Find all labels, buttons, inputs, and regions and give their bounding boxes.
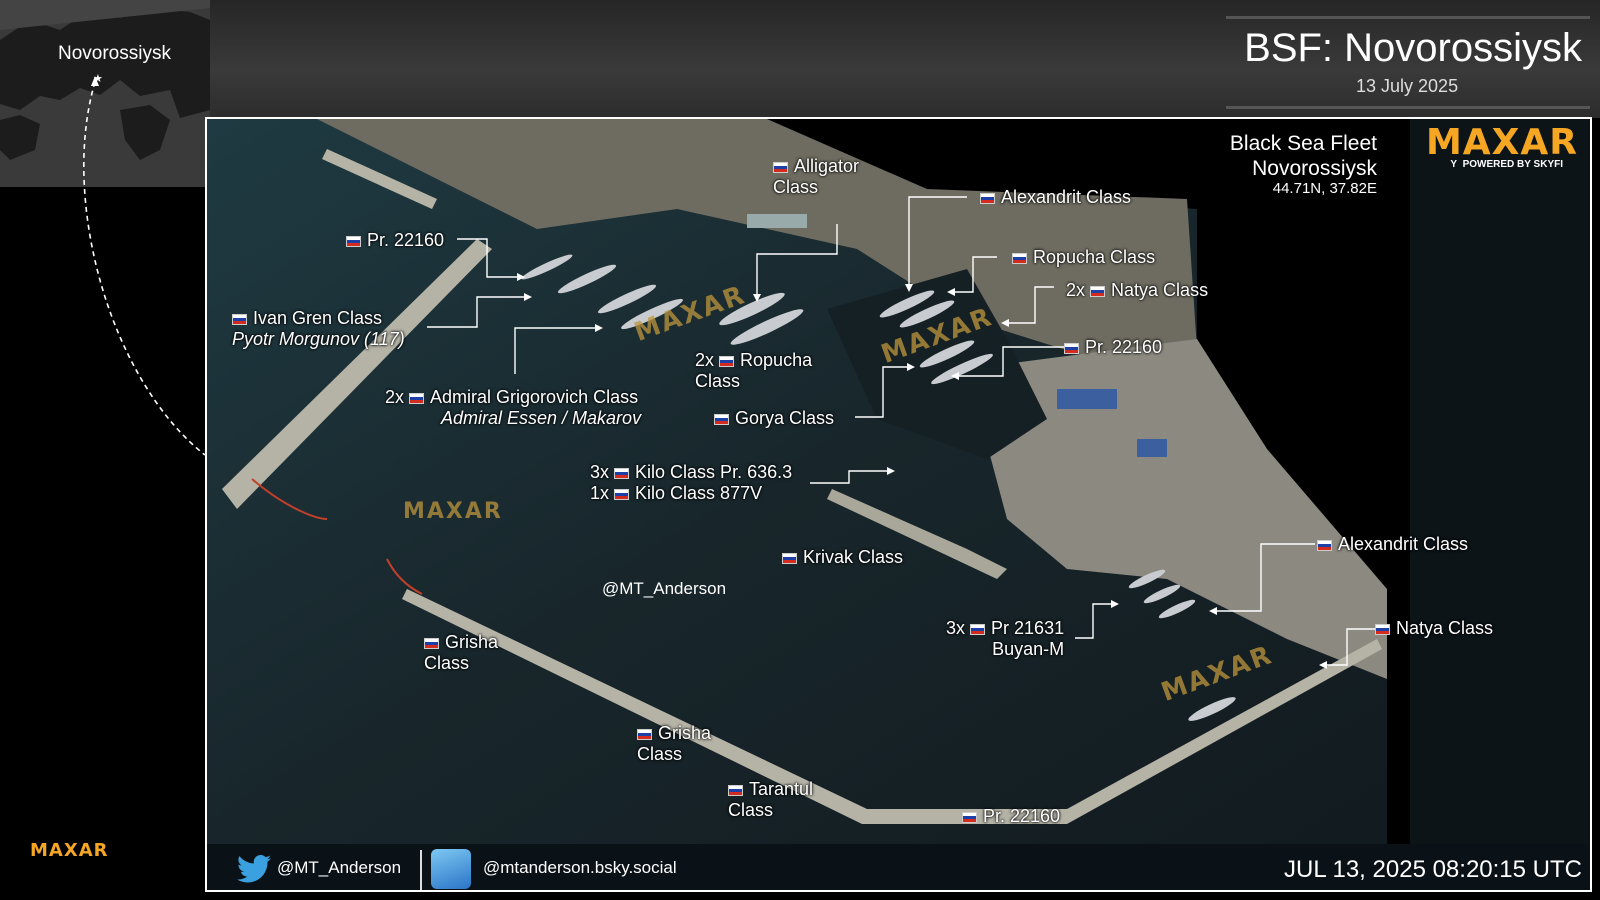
label-tarantul: Tarantul Class	[728, 779, 814, 820]
russia-flag-icon	[980, 193, 995, 204]
svg-text:★: ★	[93, 72, 103, 85]
russia-flag-icon	[1090, 286, 1106, 297]
twitter-handle[interactable]: @MT_Anderson	[277, 858, 401, 878]
russia-flag-icon	[773, 162, 788, 173]
label-pr22160-top: Pr. 22160	[346, 230, 444, 251]
russia-flag-icon	[637, 729, 652, 740]
label-grisha-2: Grisha Class	[637, 723, 712, 764]
russia-flag-icon	[970, 624, 986, 635]
label-ropucha-right: Ropucha Class	[1012, 247, 1155, 268]
russia-flag-icon	[728, 785, 743, 796]
info-line2: Novorossiysk	[1252, 157, 1377, 180]
info-line1: Black Sea Fleet	[1229, 132, 1377, 155]
label-grigorovich: 2x Admiral Grigorovich Class Admiral Ess…	[385, 387, 642, 428]
label-kilo: 3x Kilo Class Pr. 636.3 1x Kilo Class 87…	[590, 462, 793, 503]
label-pr22160-mid: Pr. 22160	[1064, 337, 1162, 358]
russia-flag-icon	[424, 638, 439, 649]
russia-flag-icon	[409, 393, 425, 404]
page-date: 13 July 2025	[1356, 76, 1459, 96]
maxar-logo: MAXAR	[1425, 122, 1578, 163]
footer-maxar-logo: MAXAR	[30, 840, 109, 861]
russia-flag-icon	[962, 812, 977, 823]
powered-by: POWERED BY SKYFI	[1462, 159, 1563, 170]
twitter-icon[interactable]	[237, 854, 271, 884]
russia-flag-icon	[614, 468, 630, 479]
footer-bar: @MT_Anderson @mtanderson.bsky.social JUL…	[207, 844, 1590, 890]
label-buyan: 3x Pr 21631 Buyan-M	[946, 618, 1065, 659]
satellite-image	[207, 119, 1590, 844]
russia-flag-icon	[719, 356, 735, 367]
title-block: BSF: Novorossiysk 13 July 2025	[1226, 16, 1590, 110]
location-info: Black Sea Fleet Novorossiysk	[1230, 131, 1377, 181]
label-krivak: Krivak Class	[782, 547, 903, 568]
russia-flag-icon	[1064, 343, 1079, 354]
russia-flag-icon	[782, 553, 797, 564]
locator-arc: ★	[83, 72, 206, 456]
russia-flag-icon	[714, 414, 729, 425]
skyfi-credit: Y POWERED BY SKYFI	[1450, 159, 1563, 170]
maxar-watermark: MAXAR	[403, 499, 503, 524]
capture-timestamp: JUL 13, 2025 08:20:15 UTC	[1284, 856, 1582, 883]
title-rule-bottom	[1226, 106, 1590, 109]
satellite-image-frame: MAXAR MAXAR MAXAR MAXAR Black Sea Fleet …	[205, 117, 1592, 892]
label-natya-2x: 2x Natya Class	[1066, 280, 1209, 300]
russia-flag-icon	[346, 236, 361, 247]
russia-flag-icon	[1012, 253, 1027, 264]
label-alexandrit-right: Alexandrit Class	[1317, 534, 1468, 555]
title-rule-top	[1226, 16, 1590, 19]
russia-flag-icon	[614, 489, 630, 500]
label-natya-right: Natya Class	[1375, 618, 1493, 639]
footer-divider	[420, 850, 422, 890]
label-gorya: Gorya Class	[714, 408, 834, 429]
coordinates: 44.71N, 37.82E	[1272, 180, 1377, 197]
russia-flag-icon	[1317, 540, 1332, 551]
right-dark-panel	[1410, 119, 1590, 844]
russia-flag-icon	[232, 314, 247, 325]
label-grisha-1: Grisha Class	[424, 632, 499, 673]
label-alligator: Alligator Class	[773, 156, 860, 197]
label-pr22160-bottom: Pr. 22160	[962, 806, 1060, 827]
skyfi-y-icon: Y	[1450, 159, 1458, 170]
russia-flag-icon	[1375, 624, 1390, 635]
label-ropucha-2x: 2x Ropucha Class	[695, 350, 813, 391]
image-handle: @MT_Anderson	[602, 579, 727, 598]
label-alexandrit-top: Alexandrit Class	[980, 187, 1131, 208]
label-ivan-gren: Ivan Gren Class Pyotr Morgunov (117)	[232, 308, 405, 349]
bluesky-icon[interactable]	[431, 849, 471, 889]
page-title: BSF: Novorossiysk	[1244, 26, 1582, 70]
bluesky-handle[interactable]: @mtanderson.bsky.social	[483, 858, 677, 878]
